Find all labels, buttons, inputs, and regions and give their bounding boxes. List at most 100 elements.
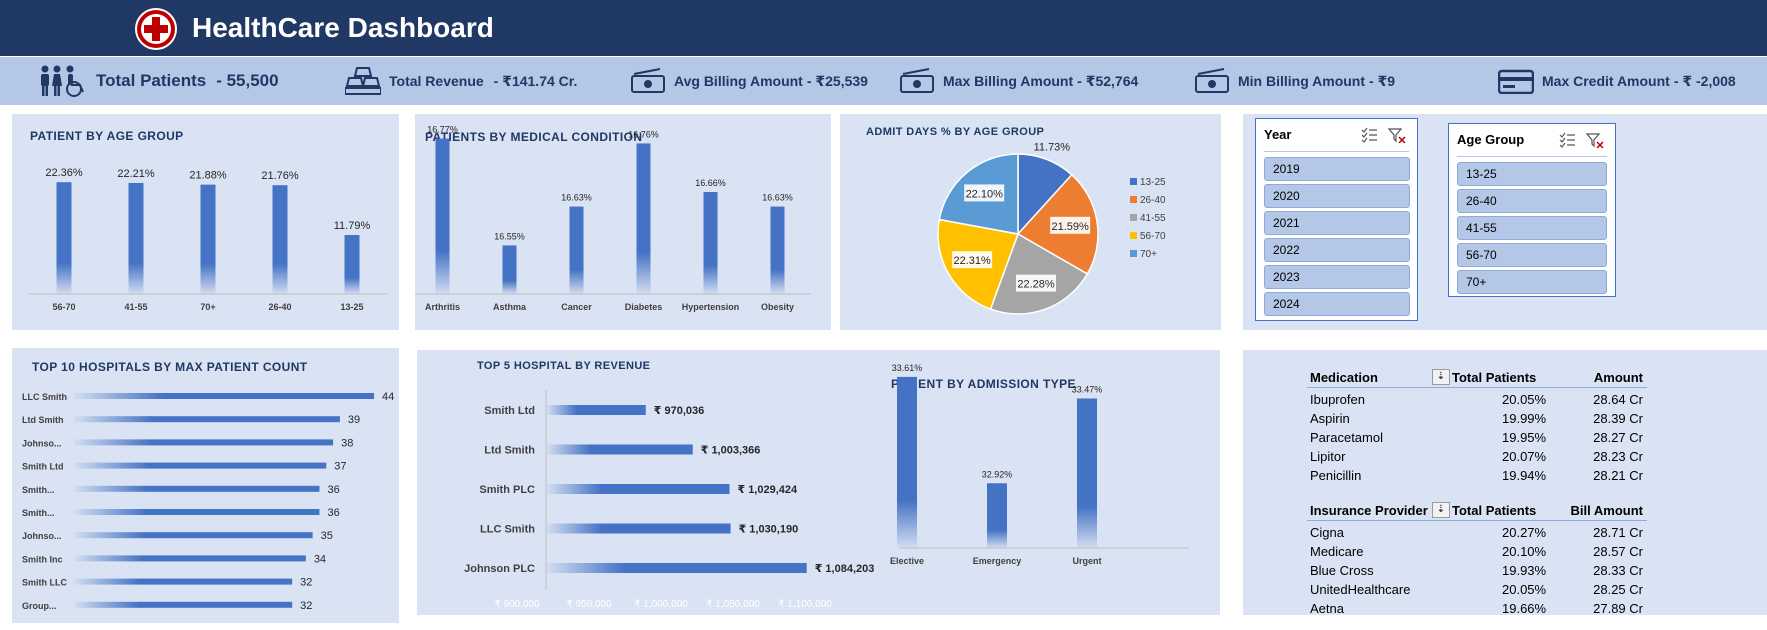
- age-group-slicer: Age Group 13-25 26-40 41-55 56-70 70+: [1448, 123, 1616, 297]
- kpi-bar: Total Patients - 55,500 Total Revenue - …: [0, 57, 1767, 105]
- data-label: 33.47%: [1072, 384, 1103, 394]
- legend-label: 56-70: [1140, 231, 1166, 242]
- sort-filter-icon[interactable]: ⇣: [1432, 369, 1450, 385]
- slicer-item-2019[interactable]: 2019: [1264, 157, 1410, 181]
- slicer-item-13-25[interactable]: 13-25: [1457, 162, 1607, 186]
- bar: [74, 462, 327, 469]
- header-divider: [1307, 387, 1647, 388]
- table-cell: 19.93%: [1502, 563, 1547, 578]
- category-label: Elective: [890, 556, 924, 566]
- table-cell: Aetna: [1310, 601, 1344, 616]
- bar: [636, 143, 651, 294]
- kpi-label: Avg Billing Amount: [674, 73, 803, 89]
- cash-icon: [1195, 68, 1229, 93]
- kpi-value: - 55,500: [216, 71, 279, 90]
- category-label: LLC Smith: [22, 392, 67, 402]
- table-row: Penicillin 19.94% 28.21 Cr: [1307, 468, 1647, 486]
- bar: [74, 532, 313, 539]
- category-label: Johnso...: [22, 531, 62, 541]
- category-label: 41-55: [124, 302, 147, 312]
- kpi-min-billing: Min Billing Amount - ₹9: [1194, 57, 1395, 105]
- table-cell: 19.95%: [1502, 430, 1547, 445]
- slice-label: 22.10%: [964, 184, 1005, 202]
- table-cell: 20.10%: [1502, 544, 1547, 559]
- slice-label: 22.28%: [1016, 274, 1057, 292]
- category-label: Ltd Smith: [22, 415, 64, 425]
- slicer-item-2020[interactable]: 2020: [1264, 184, 1410, 208]
- kpi-value: - ₹ -2,008: [1673, 72, 1736, 89]
- multi-select-icon[interactable]: [1559, 132, 1575, 148]
- slicer-tools: [1361, 127, 1407, 148]
- slicer-item-2021[interactable]: 2021: [1264, 211, 1410, 235]
- year-slicer: Year 2019 2020 2021 2022 2023 2024: [1255, 118, 1418, 321]
- table-cell: Aspirin: [1310, 411, 1350, 426]
- age-group-chart: 22.36% 56-70 22.21% 41-55 21.88% 70+ 21.76% 26-…: [28, 167, 388, 312]
- slicer-divider: [1264, 151, 1409, 152]
- table-cell: 28.23 Cr: [1593, 449, 1643, 464]
- table-cell: 27.89 Cr: [1593, 601, 1643, 616]
- table-cell: 28.71 Cr: [1593, 525, 1643, 540]
- slicer-item-56-70[interactable]: 56-70: [1457, 243, 1607, 267]
- legend-label: 26-40: [1140, 195, 1166, 206]
- category-label: Obesity: [761, 302, 794, 312]
- category-label: Smith...: [22, 485, 55, 495]
- sort-filter-icon[interactable]: ⇣: [1432, 502, 1450, 518]
- kpi-value: - ₹25,539: [806, 72, 868, 89]
- data-label: 35: [321, 530, 333, 542]
- kpi-max-billing: Max Billing Amount - ₹52,764: [899, 57, 1138, 105]
- kpi-label: Min Billing Amount: [1238, 73, 1366, 89]
- table-cell: 28.33 Cr: [1593, 563, 1643, 578]
- clear-filter-icon[interactable]: [1585, 133, 1604, 149]
- table-cell: 19.94%: [1502, 468, 1547, 483]
- bar: [987, 483, 1007, 548]
- table-cell: 20.05%: [1502, 392, 1547, 407]
- table-cell: 20.05%: [1502, 582, 1547, 597]
- legend-label: 13-25: [1140, 177, 1166, 188]
- legend-swatch: [1130, 196, 1137, 203]
- category-label: Urgent: [1073, 556, 1102, 566]
- column-header[interactable]: Medication: [1310, 370, 1378, 385]
- category-label: Smith...: [22, 508, 55, 518]
- slicer-item-26-40[interactable]: 26-40: [1457, 189, 1607, 213]
- credit-card-icon: [1498, 69, 1534, 94]
- slicer-item-2024[interactable]: 2024: [1264, 292, 1410, 316]
- top-hospitals-chart: LLC Smith 44 Ltd Smith 39 Johnso... 38 Smith L…: [22, 391, 394, 612]
- column-header: Total Patients: [1452, 370, 1537, 385]
- data-label: 21.59%: [1052, 221, 1090, 233]
- filter-panel: Year 2019 2020 2021 2022 2023 2024 Age Group …: [1243, 114, 1767, 330]
- category-label: Cancer: [561, 302, 592, 312]
- data-label: 22.21%: [117, 168, 155, 180]
- clear-filter-icon[interactable]: [1387, 128, 1406, 144]
- data-label: 22.31%: [953, 255, 991, 267]
- bar: [74, 393, 374, 399]
- category-label: Asthma: [493, 302, 527, 312]
- bar: [1077, 398, 1097, 548]
- data-label: 36: [327, 507, 339, 519]
- revenue-admission-panel: TOP 5 HOSPITAL BY REVENUE PATIENT BY ADM…: [417, 350, 1220, 615]
- multi-select-icon[interactable]: [1361, 127, 1377, 143]
- bar: [74, 555, 306, 562]
- table-cell: 28.64 Cr: [1593, 392, 1643, 407]
- category-label: Arthritis: [425, 302, 460, 312]
- slicer-item-70+[interactable]: 70+: [1457, 270, 1607, 294]
- table-cell: 20.07%: [1502, 449, 1547, 464]
- legend-swatch: [1130, 232, 1137, 239]
- table-row: UnitedHealthcare 20.05% 28.25 Cr: [1307, 582, 1647, 600]
- kpi-label: Max Billing Amount: [943, 73, 1074, 89]
- data-label: 39: [348, 414, 360, 426]
- column-header[interactable]: Insurance Provider: [1310, 503, 1428, 518]
- kpi-total-patients: Total Patients - 55,500: [38, 57, 279, 105]
- data-label: 16.63%: [762, 193, 793, 203]
- table-row: Blue Cross 19.93% 28.33 Cr: [1307, 563, 1647, 581]
- slicer-item-2023[interactable]: 2023: [1264, 265, 1410, 289]
- patients-icon: [41, 65, 84, 97]
- kpi-avg-billing: Avg Billing Amount - ₹25,539: [630, 57, 868, 105]
- table-cell: UnitedHealthcare: [1310, 582, 1411, 597]
- slicer-item-41-55[interactable]: 41-55: [1457, 216, 1607, 240]
- data-label: 36: [327, 484, 339, 496]
- data-label: 16.77%: [427, 125, 458, 135]
- data-label: 32: [300, 577, 312, 589]
- slicer-item-2022[interactable]: 2022: [1264, 238, 1410, 262]
- kpi-value: - ₹141.74 Cr.: [493, 72, 578, 89]
- table-cell: 20.27%: [1502, 525, 1547, 540]
